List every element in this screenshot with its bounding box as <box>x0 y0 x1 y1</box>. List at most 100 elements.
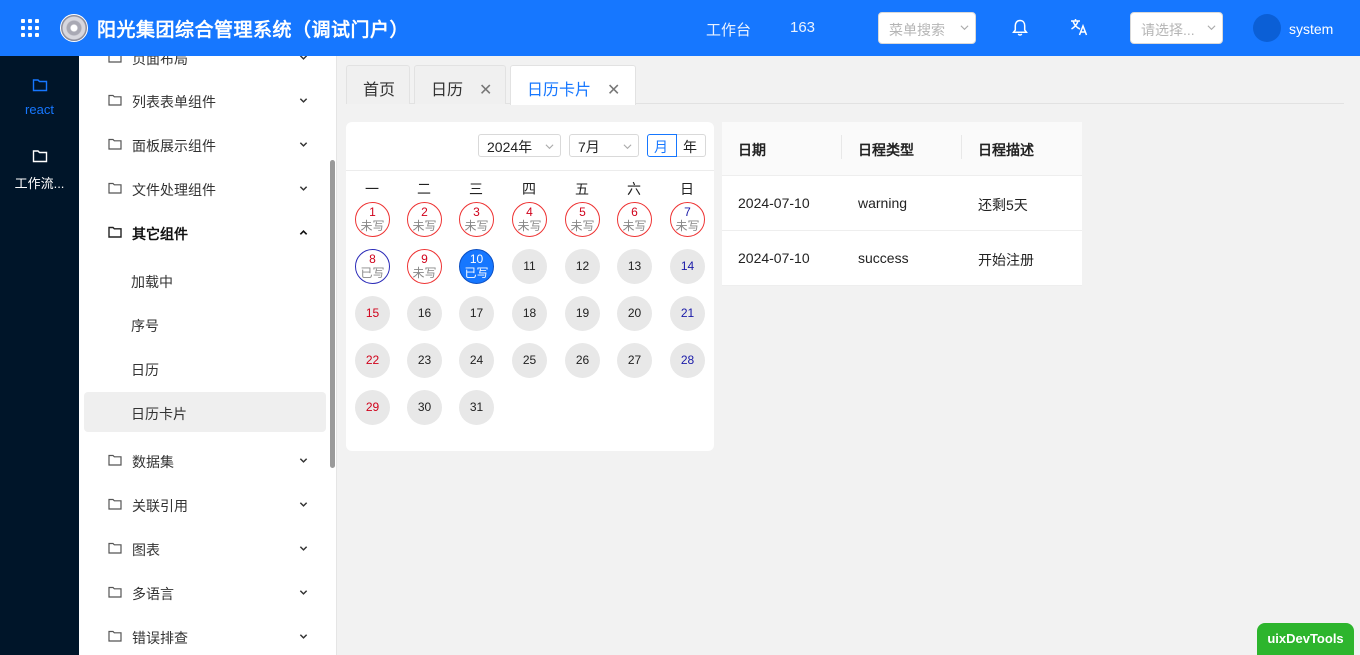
calendar-day[interactable]: 20 <box>617 296 652 331</box>
sidebar-item-layout[interactable]: 页面布局 <box>84 56 326 77</box>
calendar-day[interactable]: 22 <box>355 343 390 378</box>
calendar-day[interactable]: 26 <box>565 343 600 378</box>
column-header-desc: 日程描述 <box>978 142 1034 158</box>
folder-icon <box>108 498 122 510</box>
tab-calendar[interactable]: 日历 ✕ <box>414 65 506 104</box>
close-icon[interactable]: ✕ <box>479 80 492 100</box>
day-status: 未写 <box>570 219 595 233</box>
weekday-label: 四 <box>522 181 536 197</box>
rail-item-workflow[interactable]: 工作流... <box>0 149 79 192</box>
calendar-day[interactable]: 4 未写 <box>512 202 547 237</box>
day-number: 16 <box>417 306 432 320</box>
rail-item-label: react <box>25 102 54 117</box>
calendar-day[interactable]: 25 <box>512 343 547 378</box>
sidebar-item-label: 页面布局 <box>132 56 188 67</box>
calendar-day[interactable]: 5 未写 <box>565 202 600 237</box>
sidebar-item-dataset[interactable]: 数据集 <box>84 440 326 480</box>
bell-icon[interactable] <box>1012 19 1028 37</box>
calendar-day[interactable]: 3 未写 <box>459 202 494 237</box>
calendar-day[interactable]: 12 <box>565 249 600 284</box>
calendar-day[interactable]: 18 <box>512 296 547 331</box>
sidebar-item-list-form[interactable]: 列表表单组件 <box>84 80 326 120</box>
sidebar-scrollbar[interactable] <box>330 160 335 468</box>
day-number: 13 <box>627 259 642 273</box>
devtools-button[interactable]: uixDevTools <box>1257 623 1354 655</box>
calendar-day[interactable]: 7 未写 <box>670 202 705 237</box>
apps-grid-icon[interactable] <box>20 18 40 38</box>
chevron-down-icon <box>1207 25 1216 31</box>
sidebar-item-i18n[interactable]: 多语言 <box>84 572 326 612</box>
workbench-count[interactable]: 163 <box>790 19 815 36</box>
tab-label: 日历卡片 <box>527 82 592 99</box>
calendar-day[interactable]: 30 <box>407 390 442 425</box>
calendar-day[interactable]: 27 <box>617 343 652 378</box>
calendar-day[interactable]: 28 <box>670 343 705 378</box>
rail-item-react[interactable]: react <box>0 78 79 117</box>
cell-date: 2024-07-10 <box>738 195 810 211</box>
sidebar-item-file[interactable]: 文件处理组件 <box>84 168 326 208</box>
tab-home[interactable]: 首页 <box>346 65 410 104</box>
menu-search-select[interactable]: 菜单搜索 <box>878 12 976 44</box>
year-select[interactable]: 2024年 <box>478 134 561 157</box>
sidebar-item-calendar[interactable]: 日历 <box>84 348 326 388</box>
username[interactable]: system <box>1289 21 1333 37</box>
calendar-day[interactable]: 31 <box>459 390 494 425</box>
calendar-day[interactable]: 11 <box>512 249 547 284</box>
sidebar-item-panel[interactable]: 面板展示组件 <box>84 124 326 164</box>
close-icon[interactable]: ✕ <box>607 80 620 100</box>
chevron-down-icon <box>299 98 308 103</box>
folder-icon <box>108 182 122 194</box>
sidebar-item-chart[interactable]: 图表 <box>84 528 326 568</box>
calendar-day[interactable]: 13 <box>617 249 652 284</box>
calendar-day[interactable]: 29 <box>355 390 390 425</box>
calendar-day[interactable]: 1 未写 <box>355 202 390 237</box>
sidebar-item-label: 其它组件 <box>132 226 188 242</box>
weekday-label: 一 <box>365 181 379 197</box>
sidebar-item-other[interactable]: 其它组件 <box>84 212 326 252</box>
day-number: 18 <box>522 306 537 320</box>
chevron-down-icon <box>299 142 308 147</box>
calendar-day[interactable]: 19 <box>565 296 600 331</box>
sidebar-item-reference[interactable]: 关联引用 <box>84 484 326 524</box>
calendar-day[interactable]: 9 未写 <box>407 249 442 284</box>
calendar-divider <box>346 170 714 171</box>
chevron-down-icon <box>623 144 632 150</box>
calendar-day[interactable]: 21 <box>670 296 705 331</box>
day-number: 8 <box>369 252 376 266</box>
day-status: 已写 <box>360 266 385 280</box>
language-select[interactable]: 请选择... <box>1130 12 1223 44</box>
cell-desc: 还剩5天 <box>978 197 1028 213</box>
mode-year-button[interactable]: 年 <box>677 134 706 157</box>
table-row[interactable]: 2024-07-10 success 开始注册 <box>722 231 1082 286</box>
sidebar-menu: 页面布局 列表表单组件 面板展示组件 文件处理组件 其它组件 加载中 序号 日历… <box>79 56 337 655</box>
calendar-day[interactable]: 17 <box>459 296 494 331</box>
day-number: 19 <box>575 306 590 320</box>
calendar-day[interactable]: 8 已写 <box>355 249 390 284</box>
sidebar-item-index[interactable]: 序号 <box>84 304 326 344</box>
calendar-day[interactable]: 15 <box>355 296 390 331</box>
day-number: 2 <box>421 205 428 219</box>
sidebar-item-calendar-card[interactable]: 日历卡片 <box>84 392 326 432</box>
calendar-day[interactable]: 10 已写 <box>459 249 494 284</box>
calendar-day[interactable]: 23 <box>407 343 442 378</box>
calendar-day[interactable]: 6 未写 <box>617 202 652 237</box>
day-number: 17 <box>469 306 484 320</box>
tab-calendar-card[interactable]: 日历卡片 ✕ <box>510 65 636 105</box>
calendar-day[interactable]: 24 <box>459 343 494 378</box>
calendar-day[interactable]: 2 未写 <box>407 202 442 237</box>
workbench-link[interactable]: 工作台 <box>706 19 751 40</box>
sidebar-item-label: 加载中 <box>131 274 173 290</box>
sidebar-item-loading[interactable]: 加载中 <box>84 260 326 300</box>
calendar-day[interactable]: 14 <box>670 249 705 284</box>
month-select[interactable]: 7月 <box>569 134 639 157</box>
mode-month-button[interactable]: 月 <box>647 134 677 157</box>
avatar[interactable] <box>1253 14 1281 42</box>
translate-icon[interactable] <box>1069 17 1089 37</box>
day-number: 15 <box>365 306 380 320</box>
table-row[interactable]: 2024-07-10 warning 还剩5天 <box>722 176 1082 231</box>
left-rail: react 工作流... <box>0 56 79 655</box>
day-number: 21 <box>680 306 695 320</box>
calendar-day[interactable]: 16 <box>407 296 442 331</box>
folder-icon <box>108 586 122 598</box>
sidebar-item-troubleshoot[interactable]: 错误排查 <box>84 616 326 655</box>
